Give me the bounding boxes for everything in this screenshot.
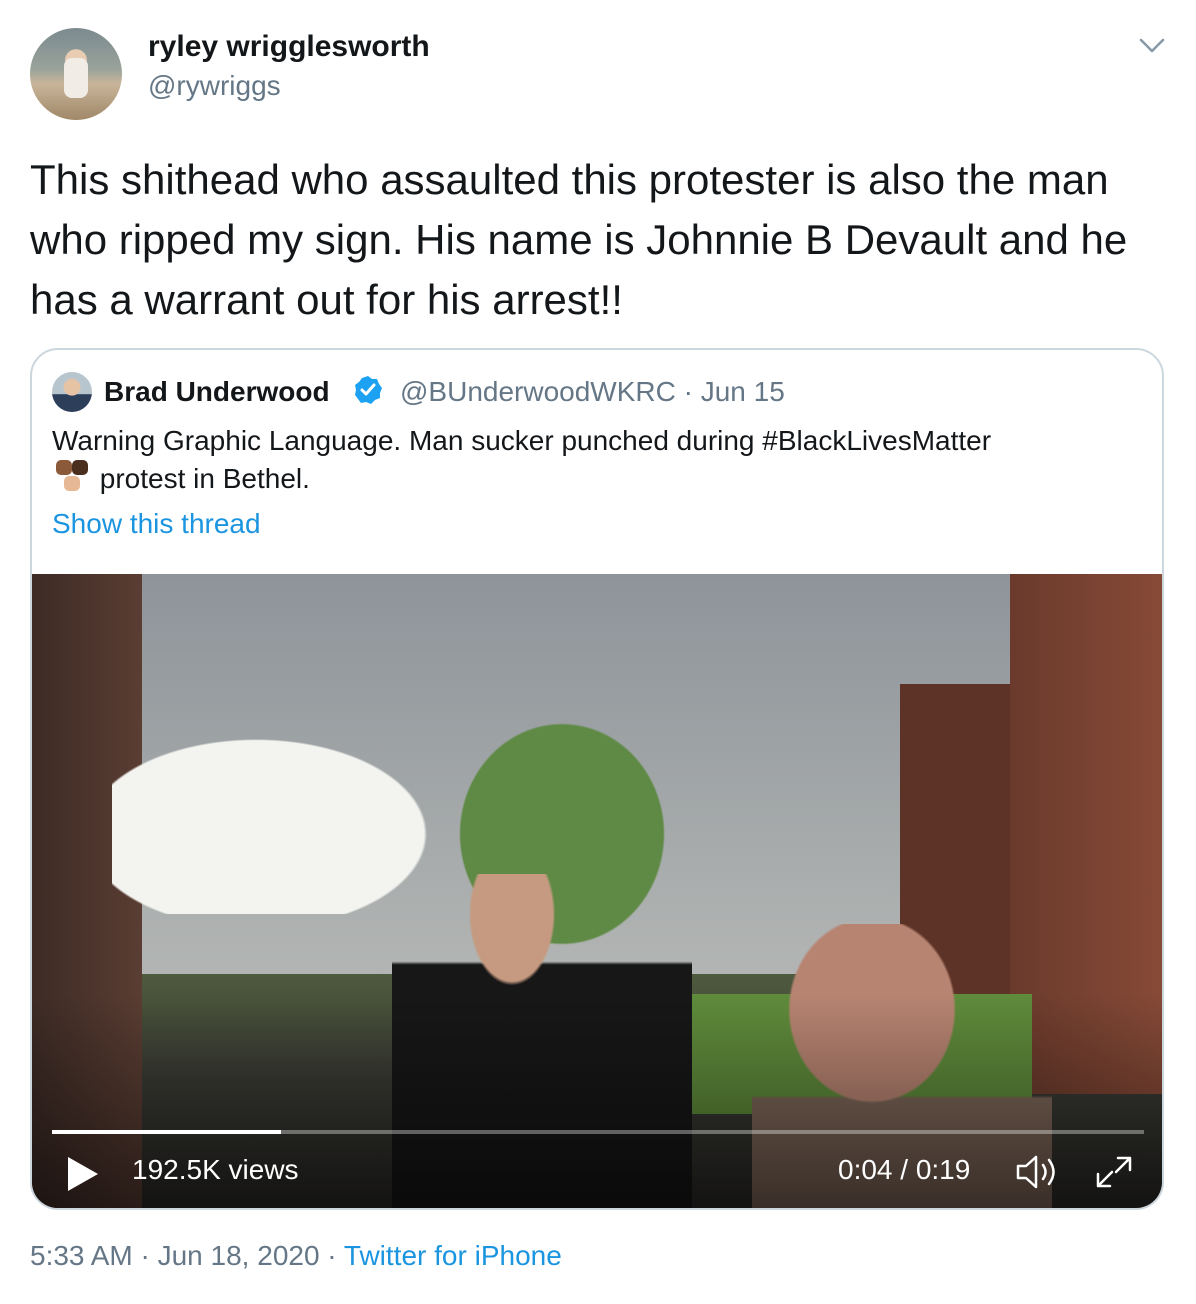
verified-badge-icon [352,374,384,406]
raised-fists-emoji [52,460,92,494]
tweet-text: This shithead who assaulted this protest… [30,156,1128,323]
quoted-tweet-text: Warning Graphic Language. Man sucker pun… [52,422,1132,498]
tweet-footer: 5:33 AM · Jun 18, 2020 · Twitter for iPh… [30,1240,562,1272]
video-progress-bar[interactable] [52,1130,1144,1134]
author-handle[interactable]: @rywriggs [148,70,281,102]
show-thread-link[interactable]: Show this thread [52,508,261,540]
volume-icon[interactable] [1014,1152,1062,1192]
author-display-name[interactable]: ryley wrigglesworth [148,30,430,64]
play-icon[interactable] [62,1154,102,1194]
quoted-handle-date[interactable]: @BUnderwoodWKRC · Jun 15 [400,376,785,408]
video-progress-fill [52,1130,282,1134]
video-time: 0:04 / 0:19 [838,1154,971,1185]
video-views: 192.5K views [132,1154,299,1185]
video-player[interactable]: 192.5K views 0:04 / 0:19 [32,574,1162,1208]
fullscreen-icon[interactable] [1092,1152,1136,1192]
chevron-down-icon[interactable] [1138,32,1166,60]
quoted-text-tail: protest in Bethel. [92,463,310,494]
quoted-tweet-card[interactable]: Brad Underwood @BUnderwoodWKRC · Jun 15 … [30,348,1164,1210]
tweet-source-link[interactable]: Twitter for iPhone [344,1240,562,1271]
tweet-timestamp[interactable]: 5:33 AM · Jun 18, 2020 · [30,1240,344,1271]
quoted-author-avatar[interactable] [52,372,92,412]
author-avatar[interactable] [30,28,122,120]
quoted-text-main: Warning Graphic Language. Man sucker pun… [52,425,992,456]
quoted-author-name[interactable]: Brad Underwood [104,376,330,408]
